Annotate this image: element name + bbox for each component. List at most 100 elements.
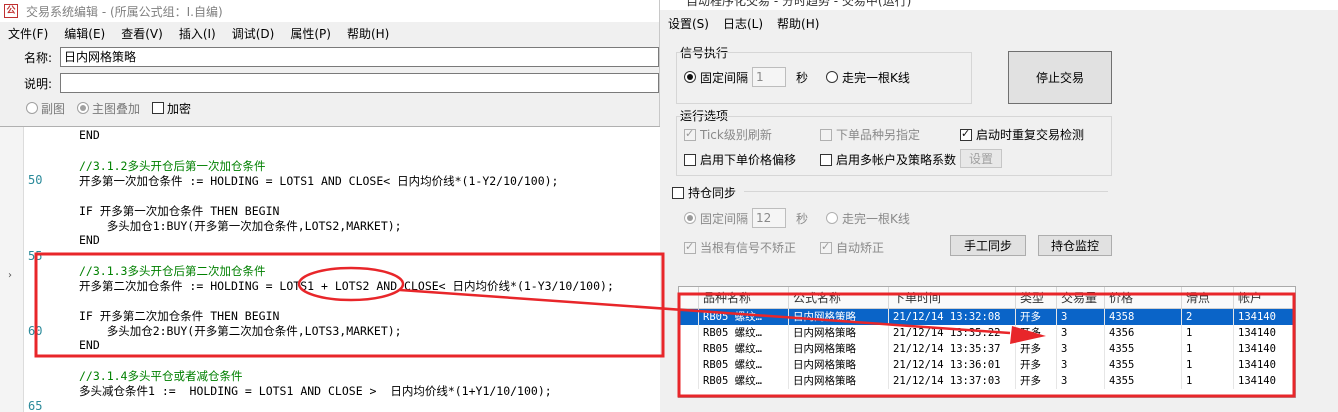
main-overlay-option[interactable]: 主图叠加 <box>77 100 140 117</box>
line-number: 65 <box>28 399 43 412</box>
table-row[interactable]: RB05 螺纹… 日内网格策略 21/12/14 13:35:37 开多 3 4355 1 1… <box>679 341 1295 357</box>
code-editor[interactable]: › 50 55 60 65 END //3.1.2多头开仓后第一次加仓条件 开多… <box>0 126 660 412</box>
order-type-checkbox[interactable] <box>820 128 832 141</box>
table-cell: RB05 螺纹… <box>699 373 789 389</box>
code-line: 开多第二次加仓条件 := HOLDING = LOTS1 + LOTS2 AND… <box>79 279 614 293</box>
auto-fix-option[interactable]: 自动矫正 <box>820 239 884 256</box>
position-sync-option[interactable]: 持仓同步 <box>672 184 736 201</box>
settings-button[interactable]: 设置 <box>960 149 1002 168</box>
interval-input[interactable]: 1 <box>752 67 787 87</box>
table-cell: 4358 <box>1105 309 1182 325</box>
column-header[interactable] <box>679 287 699 308</box>
table-cell: RB05 螺纹… <box>699 325 789 341</box>
order-log-table[interactable]: 品种名称 公式名称 下单时间 类型 交易量 价格 滑点 帐户 RB05 螺纹… 日内网格策略 21… <box>678 286 1296 398</box>
price-offset-label: 启用下单价格偏移 <box>700 153 797 167</box>
menu-edit[interactable]: 编辑(E) <box>64 25 105 42</box>
sync-interval-row: 固定间隔 12 秒 走完一根K线 <box>684 208 910 228</box>
auto-fix-checkbox[interactable] <box>820 240 832 254</box>
price-offset-checkbox[interactable] <box>684 153 696 166</box>
sync-fixed-interval-radio[interactable] <box>684 212 696 224</box>
no-fix-checkbox[interactable] <box>684 240 696 254</box>
code-line: 多头减仓条件1 := HOLDING = LOTS1 AND CLOSE > 日… <box>79 384 552 398</box>
table-cell: 日内网格策略 <box>789 357 889 373</box>
table-row[interactable]: RB05 螺纹… 日内网格策略 21/12/14 13:35:22 开多 3 4356 1 1… <box>679 325 1295 341</box>
encrypt-option[interactable]: 加密 <box>152 100 191 117</box>
table-cell: 4356 <box>1105 325 1182 341</box>
main-overlay-radio[interactable] <box>77 102 90 114</box>
menu-trade-help[interactable]: 帮助(H) <box>777 15 819 32</box>
tick-refresh-option[interactable]: Tick级别刷新 <box>684 126 772 143</box>
column-header[interactable]: 公式名称 <box>789 287 889 308</box>
description-label: 说明: <box>24 76 53 91</box>
table-cell: RB05 螺纹… <box>699 341 789 357</box>
menu-help[interactable]: 帮助(H) <box>347 25 389 42</box>
column-header[interactable]: 帐户 <box>1234 287 1295 308</box>
menu-log[interactable]: 日志(L) <box>723 15 763 32</box>
startup-check-checkbox[interactable] <box>960 127 972 141</box>
menu-debug[interactable]: 调试(D) <box>232 25 275 42</box>
sub-chart-option[interactable]: 副图 <box>26 100 65 117</box>
menu-settings[interactable]: 设置(S) <box>668 15 709 32</box>
line-number: 50 <box>28 173 43 187</box>
table-cell: 4355 <box>1105 373 1182 389</box>
manual-sync-button[interactable]: 手工同步 <box>950 235 1026 256</box>
stop-trading-button[interactable]: 停止交易 <box>1008 51 1112 104</box>
startup-check-option[interactable]: 启动时重复交易检测 <box>960 126 1084 143</box>
column-header[interactable]: 下单时间 <box>889 287 1016 308</box>
multi-account-option[interactable]: 启用多帐户及策略系数 <box>820 151 956 168</box>
auto-fix-label: 自动矫正 <box>836 241 885 255</box>
table-cell <box>679 373 699 389</box>
table-row[interactable]: RB05 螺纹… 日内网格策略 21/12/14 13:32:08 开多 3 4358 2 1… <box>679 309 1295 325</box>
code-comment: //3.1.4多头平仓或者减仓条件 <box>79 369 243 383</box>
code-line: 多头加仓1:BUY(开多第一次加仓条件,LOTS2,MARKET); <box>79 219 402 233</box>
table-cell: 开多 <box>1016 309 1057 325</box>
sync-divider <box>744 191 1108 192</box>
table-cell: 3 <box>1057 357 1105 373</box>
trade-title: 自动程序化交易 - 分时趋势 - 交易中(运行) <box>686 0 912 8</box>
table-cell: 3 <box>1057 309 1105 325</box>
table-row[interactable]: RB05 螺纹… 日内网格策略 21/12/14 13:36:01 开多 3 4355 1 1… <box>679 357 1295 373</box>
fixed-interval-label: 固定间隔 <box>700 70 749 85</box>
collapse-arrow-icon[interactable]: › <box>8 270 12 281</box>
code-line: 开多第一次加仓条件 := HOLDING = LOTS1 AND CLOSE< … <box>79 174 559 188</box>
menu-file[interactable]: 文件(F) <box>8 25 48 42</box>
table-cell: 134140 <box>1234 325 1295 341</box>
multi-account-checkbox[interactable] <box>820 153 832 166</box>
menu-properties[interactable]: 属性(P) <box>290 25 331 42</box>
column-header[interactable]: 滑点 <box>1182 287 1234 308</box>
code-line: END <box>79 338 100 352</box>
table-header: 品种名称 公式名称 下单时间 类型 交易量 价格 滑点 帐户 <box>679 287 1295 309</box>
table-cell: 134140 <box>1234 373 1295 389</box>
table-cell: 21/12/14 13:32:08 <box>889 309 1016 325</box>
name-label: 名称: <box>24 50 53 65</box>
tick-refresh-label: Tick级别刷新 <box>700 128 772 142</box>
sync-interval-input[interactable]: 12 <box>752 208 787 228</box>
table-cell: 21/12/14 13:36:01 <box>889 357 1016 373</box>
per-bar-radio[interactable] <box>826 71 839 83</box>
fixed-interval-radio[interactable] <box>684 71 696 83</box>
code-line: IF 开多第一次加仓条件 THEN BEGIN <box>79 204 280 218</box>
table-row[interactable]: RB05 螺纹… 日内网格策略 21/12/14 13:37:03 开多 3 4355 1 1… <box>679 373 1295 389</box>
sub-chart-radio[interactable] <box>26 102 38 114</box>
no-fix-option[interactable]: 当根有信号不矫正 <box>684 239 796 256</box>
encrypt-checkbox[interactable] <box>152 102 165 114</box>
tick-refresh-checkbox[interactable] <box>684 127 696 141</box>
chart-options-row: 副图 主图叠加 加密 <box>0 96 659 120</box>
sync-per-bar-radio[interactable] <box>826 212 839 224</box>
column-header[interactable]: 价格 <box>1105 287 1182 308</box>
description-input[interactable] <box>59 73 659 93</box>
app-logo-icon: 公 <box>4 4 18 18</box>
menu-view[interactable]: 查看(V) <box>121 25 163 42</box>
position-sync-checkbox[interactable] <box>672 186 684 199</box>
code-comment: //3.1.3多头开仓后第二次加仓条件 <box>79 264 266 278</box>
column-header[interactable]: 类型 <box>1016 287 1057 308</box>
menu-insert[interactable]: 插入(I) <box>179 25 216 42</box>
price-offset-option[interactable]: 启用下单价格偏移 <box>684 151 796 168</box>
table-cell <box>679 325 699 341</box>
position-monitor-button[interactable]: 持仓监控 <box>1038 235 1112 256</box>
column-header[interactable]: 交易量 <box>1057 287 1105 308</box>
name-input[interactable]: 日内网格策略 <box>59 47 659 67</box>
order-type-option[interactable]: 下单品种另指定 <box>820 126 920 143</box>
line-number: 55 <box>28 249 43 263</box>
column-header[interactable]: 品种名称 <box>699 287 789 308</box>
